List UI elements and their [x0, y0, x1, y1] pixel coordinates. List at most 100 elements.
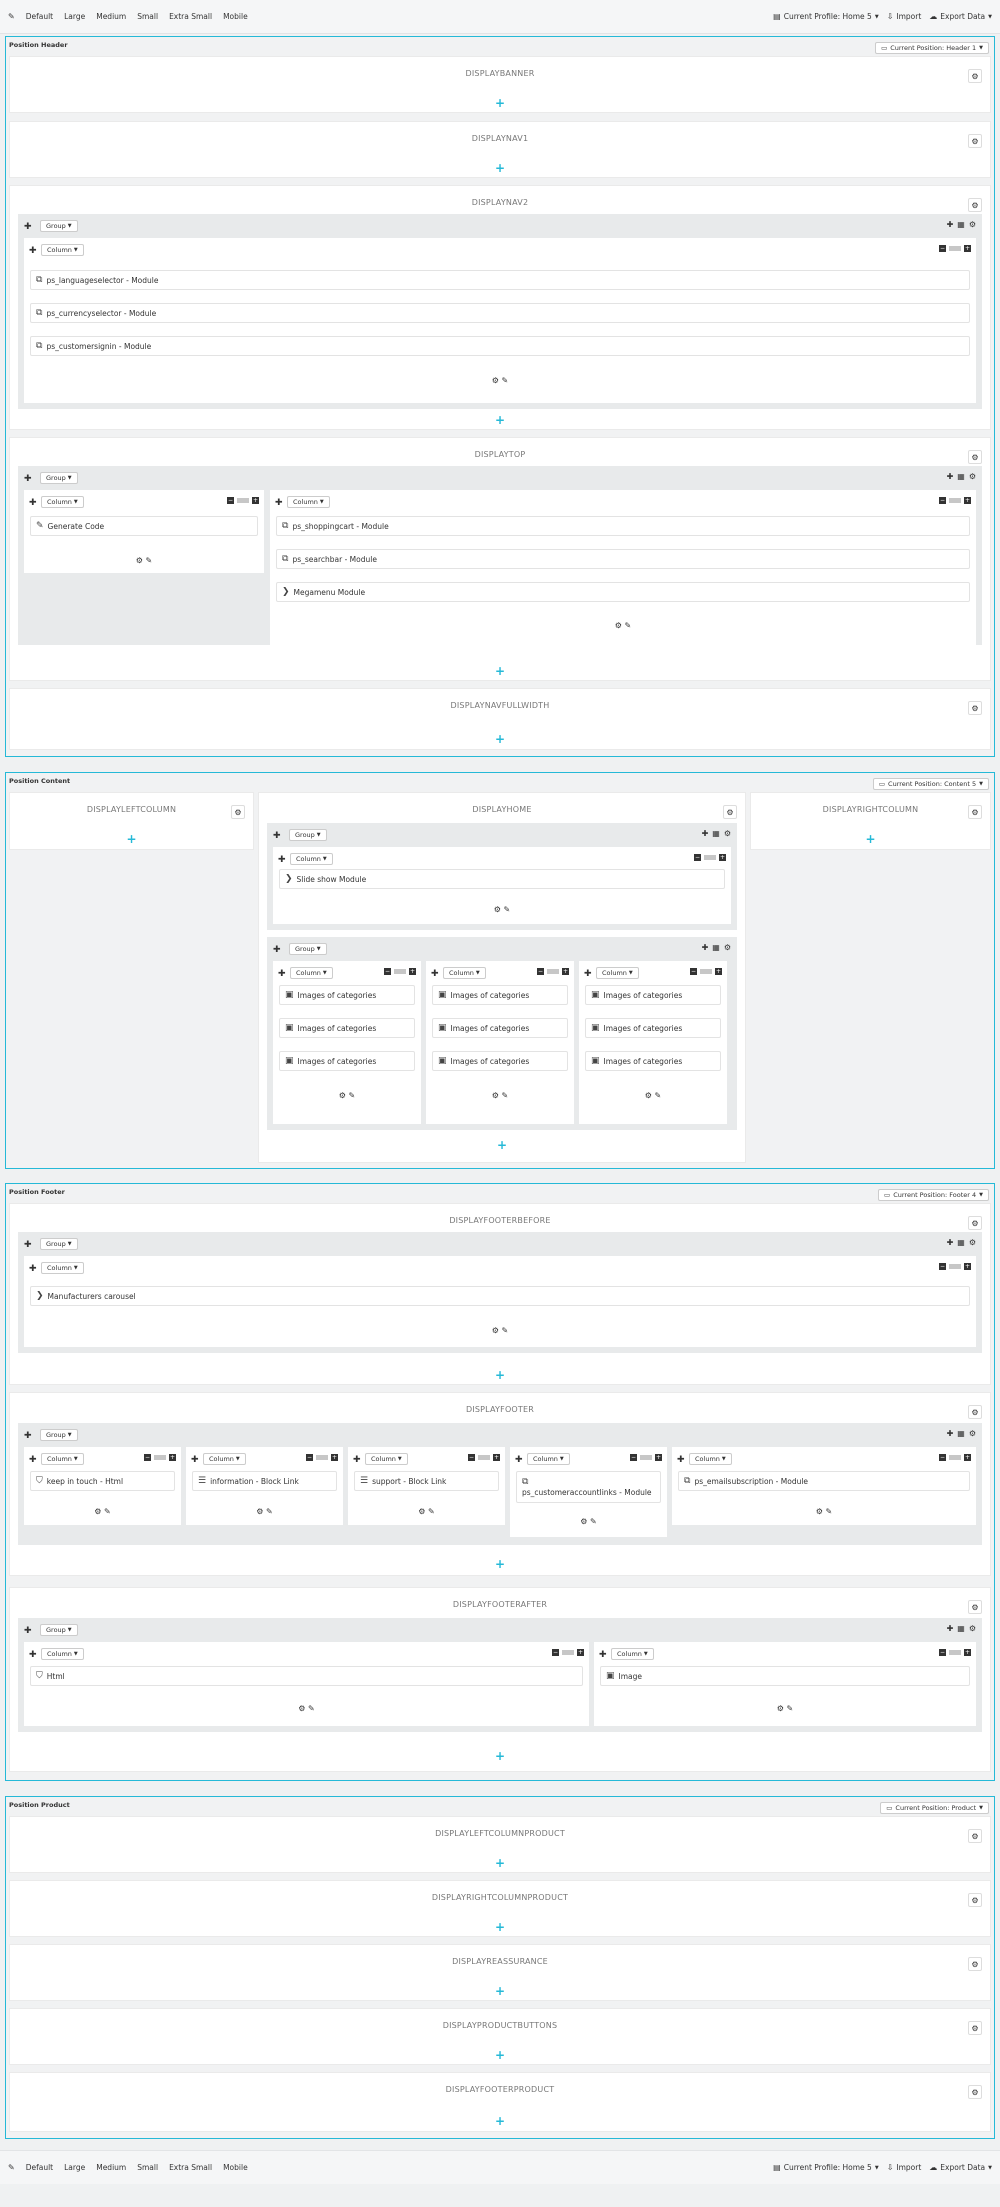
module-item[interactable]: ▣ Images of categories [585, 985, 721, 1005]
device-extra-small[interactable]: Extra Small [169, 2163, 212, 2172]
width-bar[interactable] [394, 969, 406, 974]
gear-icon[interactable]: ⚙ [968, 198, 982, 212]
pencil-icon[interactable]: ✎ [308, 1704, 315, 1713]
pencil-icon[interactable]: ✎ [8, 2163, 15, 2172]
width-bar[interactable] [949, 1455, 961, 1460]
module-item[interactable]: ❯ Manufacturers carousel [30, 1286, 970, 1306]
add-plus-icon[interactable]: + [10, 1921, 990, 1933]
add-column-icon[interactable]: ✚ [947, 1429, 954, 1438]
width-bar[interactable] [640, 1455, 652, 1460]
device-large[interactable]: Large [64, 12, 85, 21]
move-icon[interactable]: ✚ [24, 474, 32, 484]
gear-icon[interactable]: ⚙ [968, 805, 982, 819]
move-icon[interactable]: ✚ [353, 1455, 361, 1465]
move-icon[interactable]: ✚ [191, 1455, 199, 1465]
gear-icon[interactable]: ⚙ [645, 1091, 652, 1100]
minus-icon[interactable]: − [384, 968, 391, 975]
plus-icon[interactable]: + [715, 968, 722, 975]
profile-dropdown[interactable]: ▤ Current Profile: Home 5 ▼ [773, 2163, 879, 2172]
column-dropdown[interactable]: Column ▼ [290, 853, 333, 865]
width-bar[interactable] [949, 1650, 961, 1655]
move-icon[interactable]: ✚ [24, 1431, 32, 1441]
add-plus-icon[interactable]: + [10, 1369, 990, 1381]
gear-icon[interactable]: ⚙ [969, 1429, 976, 1438]
device-small[interactable]: Small [137, 2163, 158, 2172]
column-dropdown[interactable]: Column ▼ [527, 1453, 570, 1465]
add-plus-icon[interactable]: + [10, 833, 253, 845]
move-icon[interactable]: ✚ [599, 1650, 607, 1660]
module-item[interactable]: ▣ Images of categories [432, 1051, 568, 1071]
add-plus-icon[interactable]: + [10, 1857, 990, 1869]
module-item[interactable]: ▣ Images of categories [432, 985, 568, 1005]
minus-icon[interactable]: − [630, 1454, 637, 1461]
column-dropdown[interactable]: Column ▼ [596, 967, 639, 979]
gear-icon[interactable]: ⚙ [968, 701, 982, 715]
plus-icon[interactable]: + [331, 1454, 338, 1461]
pencil-icon[interactable]: ✎ [502, 1091, 509, 1100]
export-dropdown[interactable]: ☁ Export Data ▼ [929, 12, 992, 21]
move-icon[interactable]: ✚ [24, 1240, 32, 1250]
minus-icon[interactable]: − [144, 1454, 151, 1461]
move-icon[interactable]: ✚ [677, 1455, 685, 1465]
minus-icon[interactable]: − [939, 497, 946, 504]
module-item[interactable]: ❯ Slide show Module [279, 869, 725, 889]
move-icon[interactable]: ✚ [278, 855, 286, 865]
add-column-icon[interactable]: ✚ [702, 829, 709, 838]
pencil-icon[interactable]: ✎ [428, 1507, 435, 1516]
minus-icon[interactable]: − [468, 1454, 475, 1461]
pencil-icon[interactable]: ✎ [349, 1091, 356, 1100]
column-dropdown[interactable]: Column ▼ [41, 1453, 84, 1465]
width-bar[interactable] [700, 969, 712, 974]
minus-icon[interactable]: − [690, 968, 697, 975]
device-mobile[interactable]: Mobile [223, 2163, 248, 2172]
pencil-icon[interactable]: ✎ [502, 1326, 509, 1335]
device-mobile[interactable]: Mobile [223, 12, 248, 21]
device-large[interactable]: Large [64, 2163, 85, 2172]
group-dropdown[interactable]: Group ▼ [40, 1624, 78, 1636]
minus-icon[interactable]: − [537, 968, 544, 975]
module-item[interactable]: ▣ Images of categories [585, 1018, 721, 1038]
pencil-icon[interactable]: ✎ [655, 1091, 662, 1100]
add-plus-icon[interactable]: + [10, 1750, 990, 1762]
module-item[interactable]: ⧉ ps_searchbar - Module [276, 549, 970, 569]
move-icon[interactable]: ✚ [273, 831, 281, 841]
module-item[interactable]: ❯ Megamenu Module [276, 582, 970, 602]
add-plus-icon[interactable]: + [10, 97, 990, 109]
minus-icon[interactable]: − [552, 1649, 559, 1656]
pencil-icon[interactable]: ✎ [104, 1507, 111, 1516]
add-plus-icon[interactable]: + [10, 1558, 990, 1570]
add-plus-icon[interactable]: + [751, 833, 990, 845]
gear-icon[interactable]: ⚙ [777, 1704, 784, 1713]
gear-icon[interactable]: ⚙ [968, 1829, 982, 1843]
pencil-icon[interactable]: ✎ [266, 1507, 273, 1516]
module-item[interactable]: ⛉ Html [30, 1666, 583, 1686]
plus-icon[interactable]: + [577, 1649, 584, 1656]
pencil-icon[interactable]: ✎ [787, 1704, 794, 1713]
gear-icon[interactable]: ⚙ [94, 1507, 101, 1516]
plus-icon[interactable]: + [409, 968, 416, 975]
gear-icon[interactable]: ⚙ [816, 1507, 823, 1516]
move-icon[interactable]: ✚ [584, 969, 592, 979]
grid-icon[interactable]: ▦ [957, 1429, 965, 1438]
gear-icon[interactable]: ⚙ [968, 2085, 982, 2099]
current-position-dropdown[interactable]: ▭ Current Position: Footer 4 ▼ [878, 1189, 989, 1201]
group-dropdown[interactable]: Group ▼ [40, 220, 78, 232]
minus-icon[interactable]: − [227, 497, 234, 504]
column-dropdown[interactable]: Column ▼ [287, 496, 330, 508]
add-plus-icon[interactable]: + [10, 665, 990, 677]
gear-icon[interactable]: ⚙ [968, 1957, 982, 1971]
gear-icon[interactable]: ⚙ [968, 1893, 982, 1907]
module-item[interactable]: ⧉ ps_languageselector - Module [30, 270, 970, 290]
gear-icon[interactable]: ⚙ [969, 1238, 976, 1247]
add-column-icon[interactable]: ✚ [947, 1624, 954, 1633]
gear-icon[interactable]: ⚙ [968, 1600, 982, 1614]
gear-icon[interactable]: ⚙ [231, 805, 245, 819]
profile-dropdown[interactable]: ▤ Current Profile: Home 5 ▼ [773, 12, 879, 21]
width-bar[interactable] [949, 246, 961, 251]
minus-icon[interactable]: − [306, 1454, 313, 1461]
add-column-icon[interactable]: ✚ [947, 472, 954, 481]
plus-icon[interactable]: + [964, 245, 971, 252]
width-bar[interactable] [478, 1455, 490, 1460]
group-dropdown[interactable]: Group ▼ [289, 829, 327, 841]
plus-icon[interactable]: + [655, 1454, 662, 1461]
